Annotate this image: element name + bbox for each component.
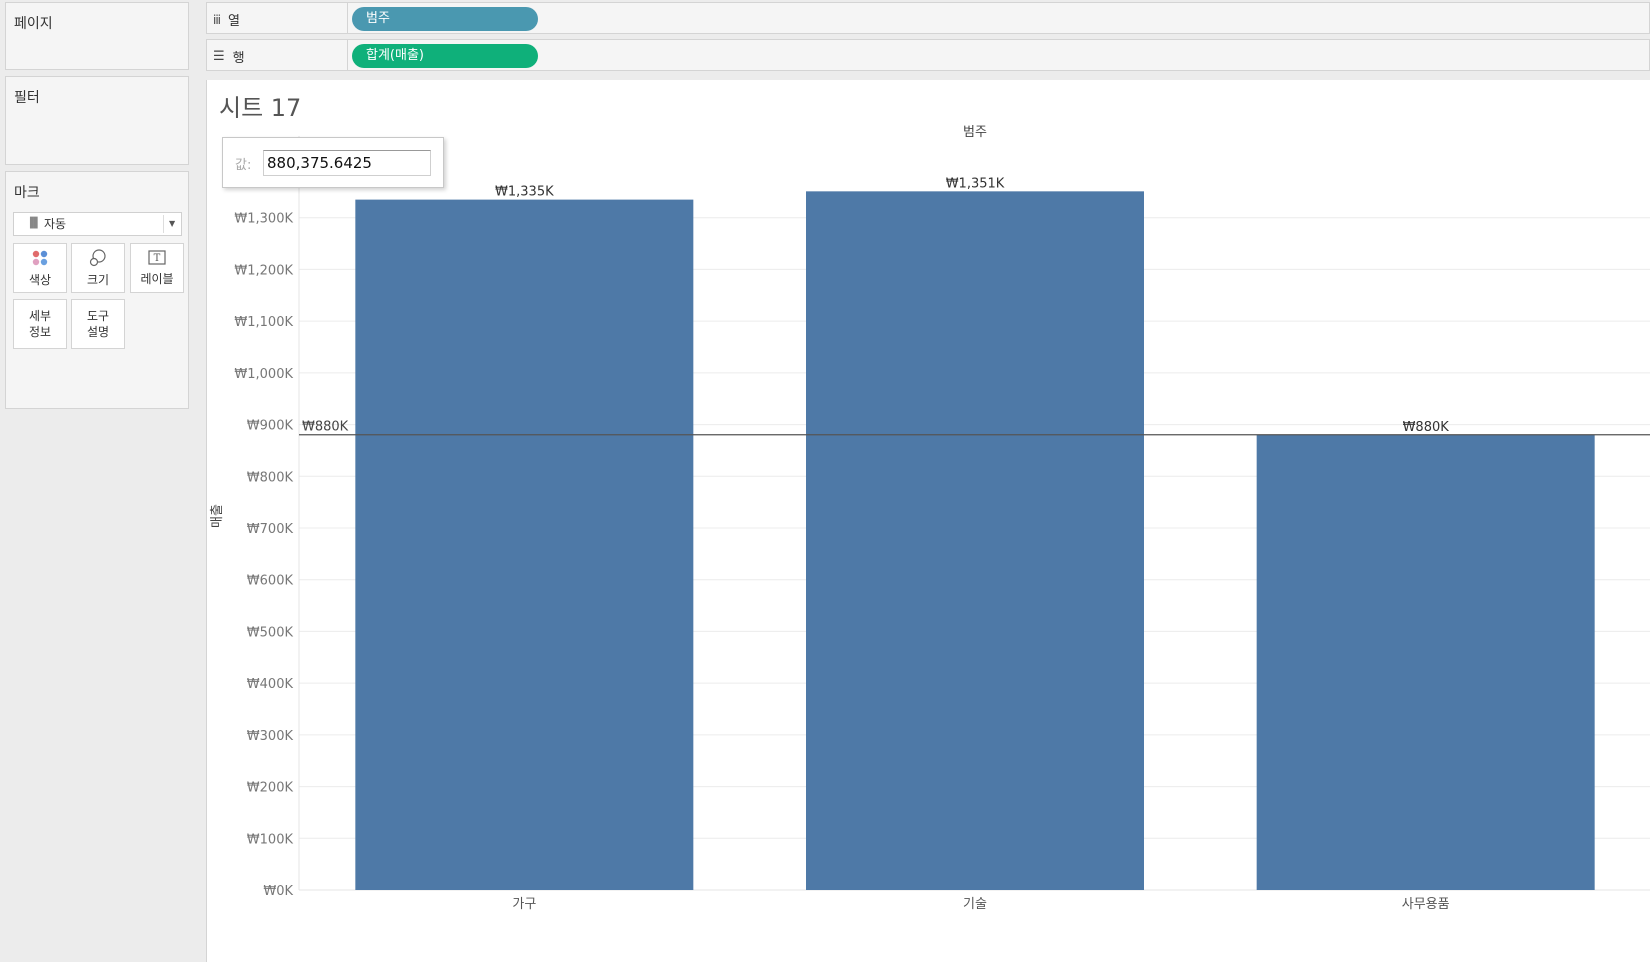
- label-label: 레이블: [140, 271, 174, 286]
- value-label: 값:: [235, 158, 252, 173]
- value-input[interactable]: 880,375.6425: [263, 150, 431, 176]
- columns-label: 열: [228, 14, 240, 29]
- filters-title: 필터: [14, 90, 40, 106]
- y-tick-label: ₩200K: [247, 781, 294, 796]
- x-category-label: 가구: [512, 897, 536, 912]
- y-tick-label: ₩0K: [263, 884, 293, 899]
- bar-value-label: ₩1,351K: [946, 176, 1005, 191]
- reference-line-label: ₩880K: [302, 420, 349, 435]
- y-tick-label: ₩400K: [247, 677, 294, 692]
- bar-value-label: ₩880K: [1403, 420, 1450, 435]
- tooltip-button[interactable]: 도구 설명: [71, 299, 125, 349]
- columns-icon: iii: [213, 12, 221, 27]
- color-label: 색상: [28, 272, 52, 287]
- columns-pill[interactable]: 범주: [352, 7, 538, 31]
- shelf-divider: [347, 40, 348, 70]
- y-tick-label: ₩500K: [247, 625, 294, 640]
- pages-title: 페이지: [14, 16, 53, 32]
- x-category-label: 사무용품: [1402, 897, 1450, 912]
- mark-type-label: 자동: [44, 217, 67, 231]
- detail-button[interactable]: 세부 정보: [13, 299, 67, 349]
- column-header: 범주: [963, 125, 987, 140]
- y-tick-label: ₩900K: [247, 419, 294, 434]
- rows-shelf[interactable]: ☰ 행 합계(매출): [206, 39, 1650, 71]
- detail-label: 세부 정보: [28, 309, 52, 339]
- bar-chart-icon: ▐▌: [26, 218, 42, 229]
- bar: [806, 191, 1144, 891]
- y-tick-label: ₩1,100K: [234, 315, 293, 330]
- y-tick-label: ₩100K: [247, 832, 294, 847]
- tooltip-label: 도구 설명: [86, 309, 110, 339]
- x-category-label: 기술: [963, 897, 987, 912]
- y-tick-label: ₩1,000K: [234, 367, 293, 382]
- dropdown-divider: [163, 215, 164, 233]
- svg-text:T: T: [154, 253, 161, 264]
- columns-shelf[interactable]: iii 열 범주: [206, 2, 1650, 34]
- rows-label: 행: [232, 51, 245, 66]
- size-icon: [89, 248, 106, 266]
- bar: [1256, 434, 1595, 890]
- size-button[interactable]: 크기: [71, 243, 125, 293]
- y-tick-label: ₩600K: [247, 574, 294, 589]
- label-button[interactable]: T 레이블: [130, 243, 184, 293]
- color-button[interactable]: 색상: [13, 243, 67, 293]
- mark-type-dropdown[interactable]: ▐▌ 자동 ▼: [13, 212, 182, 236]
- bar-value-label: ₩1,335K: [495, 185, 554, 200]
- marks-card: 마크 ▐▌ 자동 ▼ 색상 크기 T 레이블 세부 정보 도구 설명: [5, 171, 189, 409]
- rows-icon: ☰: [213, 49, 225, 64]
- pages-card[interactable]: 페이지: [5, 2, 189, 70]
- y-tick-label: ₩700K: [247, 522, 294, 537]
- y-tick-label: ₩1,200K: [234, 263, 293, 278]
- bar-chart: ₩0K ₩100K ₩200K ₩300K ₩400K ₩500K ₩600K ₩700K ₩8…: [210, 125, 1650, 912]
- view-canvas: 시트 17 ₩0K ₩100K ₩200K ₩300K ₩400K ₩500K ₩600K ₩…: [206, 80, 1650, 962]
- filters-card[interactable]: 필터: [5, 76, 189, 165]
- color-icon: [32, 250, 48, 265]
- chevron-down-icon: ▼: [169, 219, 176, 228]
- y-tick-label: ₩300K: [247, 729, 294, 744]
- bar: [355, 199, 694, 891]
- shelf-divider: [347, 3, 348, 33]
- size-label: 크기: [86, 272, 110, 287]
- y-tick-label: ₩800K: [247, 470, 294, 485]
- y-axis-title: 매출: [210, 504, 225, 528]
- label-icon: T: [148, 249, 166, 265]
- rows-pill[interactable]: 합계(매출): [352, 44, 538, 68]
- y-tick-label: ₩1,300K: [234, 212, 293, 227]
- reference-value-editor: 값: 880,375.6425: [222, 137, 444, 188]
- marks-title: 마크: [14, 185, 40, 201]
